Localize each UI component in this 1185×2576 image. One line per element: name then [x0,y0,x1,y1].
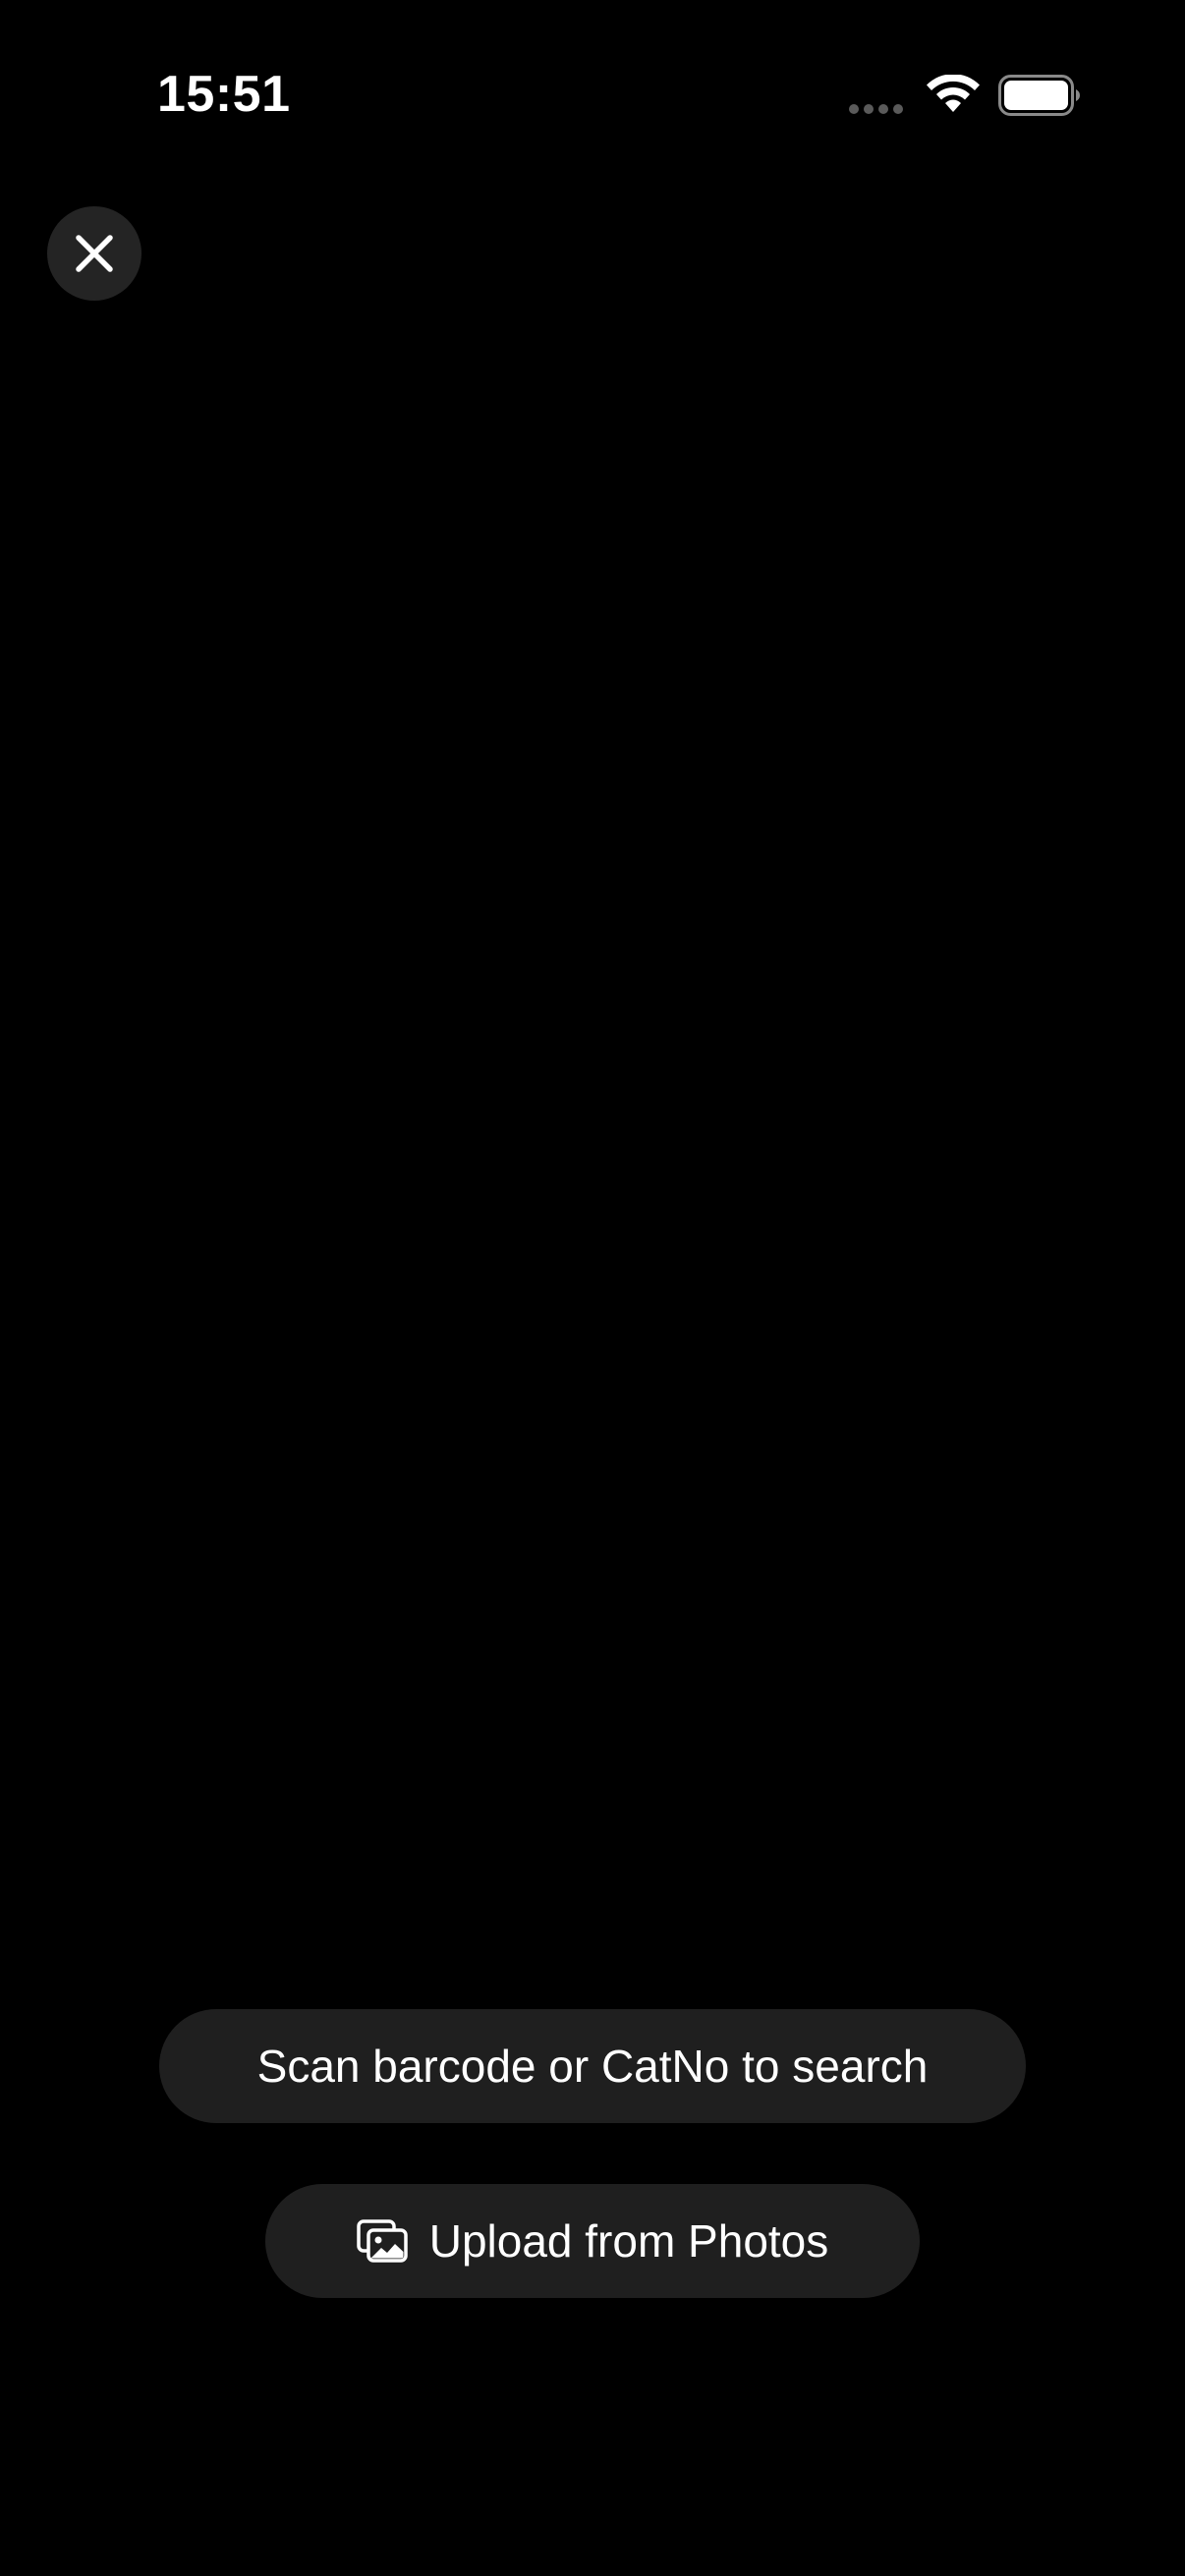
scan-hint-pill: Scan barcode or CatNo to search [159,2009,1026,2123]
camera-viewfinder [0,324,1185,1975]
close-button[interactable] [47,206,141,301]
scan-hint-label: Scan barcode or CatNo to search [256,2041,929,2092]
status-bar: 15:51 [0,0,1185,196]
upload-from-photos-button[interactable]: Upload from Photos [265,2184,920,2298]
photo-library-icon [356,2219,408,2263]
battery-icon [998,75,1080,116]
status-time: 15:51 [157,66,291,123]
wifi-icon [927,75,980,112]
close-icon [76,235,113,272]
signal-dots-icon [849,104,903,114]
upload-from-photos-label: Upload from Photos [428,2215,829,2267]
